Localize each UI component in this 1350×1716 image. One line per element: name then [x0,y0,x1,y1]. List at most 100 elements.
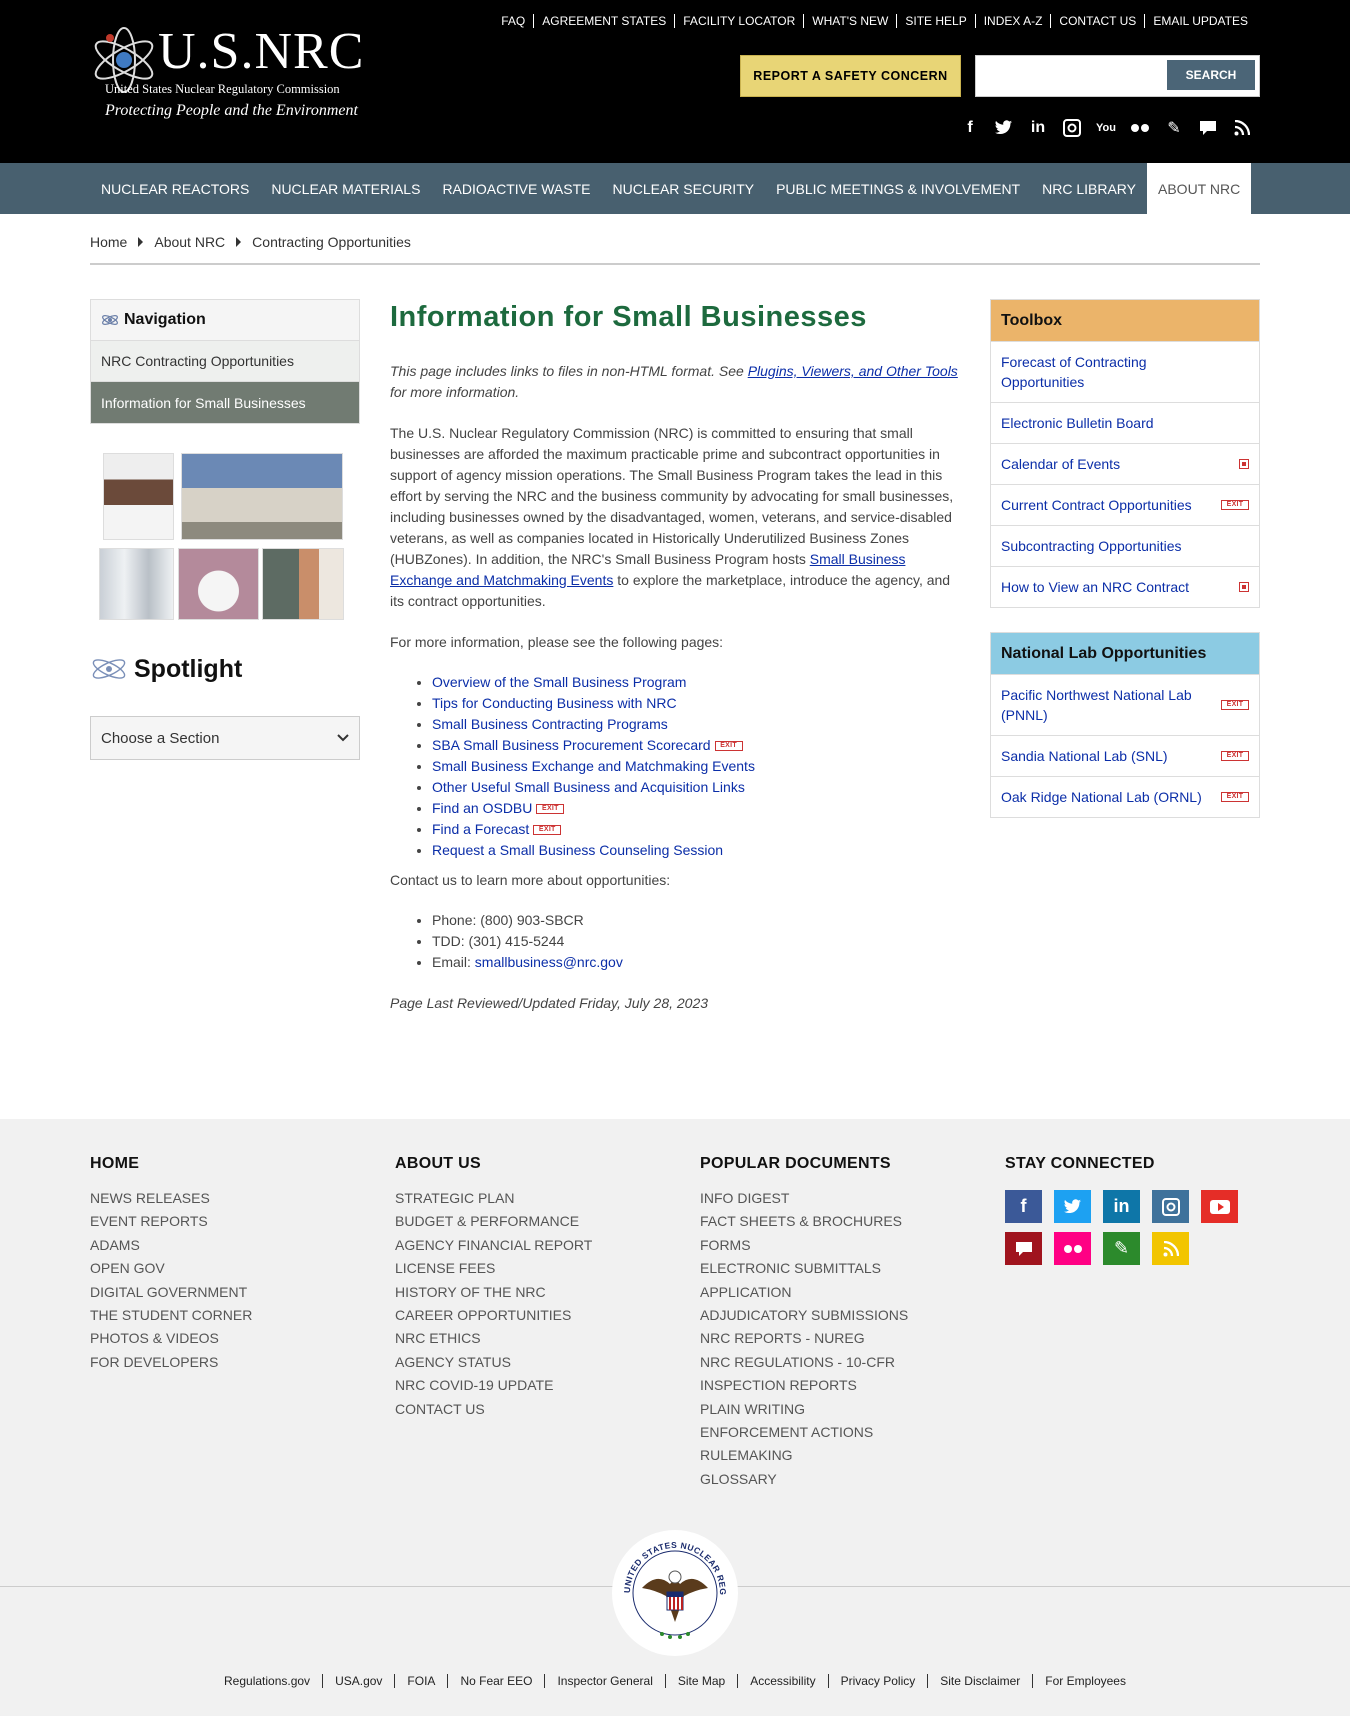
lab-item[interactable]: Pacific Northwest National Lab (PNNL) EXI… [991,674,1259,735]
flickr-icon[interactable] [1054,1232,1091,1265]
facebook-icon[interactable]: f [960,118,980,138]
choose-section-dropdown[interactable]: Choose a Section [90,716,360,760]
comment-icon[interactable] [1198,118,1218,138]
contracting-programs-link[interactable]: Small Business Contracting Programs [432,716,668,732]
footer-link[interactable]: PHOTOS & VIDEOS [90,1327,252,1350]
bottom-link-site-map[interactable]: Site Map [664,1674,737,1688]
utility-link-facility-locator[interactable]: FACILITY LOCATOR [674,14,803,28]
view-contract-link[interactable]: How to View an NRC Contract [1001,577,1189,597]
bottom-link-regulations[interactable]: Regulations.gov [212,1674,322,1688]
bottom-link-no-fear[interactable]: No Fear EEO [447,1674,544,1688]
rss-icon[interactable] [1152,1232,1189,1265]
footer-link[interactable]: LICENSE FEES [395,1257,592,1280]
footer-col-title[interactable]: ABOUT US [395,1155,592,1173]
toolbox-item[interactable]: Current Contract Opportunities EXIT [991,484,1259,525]
youtube-icon[interactable]: You [1096,118,1116,138]
toolbox-item[interactable]: Subcontracting Opportunities [991,525,1259,566]
nav-item-radioactive-waste[interactable]: RADIOACTIVE WASTE [431,163,601,214]
facebook-icon[interactable]: f [1005,1190,1042,1223]
nav-item-nrc-library[interactable]: NRC LIBRARY [1031,163,1147,214]
bottom-link-employees[interactable]: For Employees [1032,1674,1138,1688]
utility-link-contact-us[interactable]: CONTACT US [1050,14,1144,28]
search-button[interactable]: SEARCH [1167,60,1255,90]
lab-item[interactable]: Oak Ridge National Lab (ORNL) EXIT [991,776,1259,817]
lab-item[interactable]: Sandia National Lab (SNL) EXIT [991,735,1259,776]
find-osdbu-link[interactable]: Find an OSDBU [432,800,532,816]
blog-icon[interactable]: ✎ [1164,118,1184,138]
breadcrumb-home[interactable]: Home [90,234,127,250]
instagram-icon[interactable] [1152,1190,1189,1223]
search-input[interactable] [980,60,1170,92]
useful-links-link[interactable]: Other Useful Small Business and Acquisit… [432,779,745,795]
pnnl-link[interactable]: Pacific Northwest National Lab (PNNL) [1001,685,1211,725]
counseling-session-link[interactable]: Request a Small Business Counseling Sess… [432,842,723,858]
plugins-link[interactable]: Plugins, Viewers, and Other Tools [748,363,958,379]
report-safety-concern-button[interactable]: REPORT A SAFETY CONCERN [740,55,961,97]
side-nav-item-contracting[interactable]: NRC Contracting Opportunities [91,341,359,382]
footer-link[interactable]: NRC COVID-19 UPDATE [395,1374,592,1397]
breadcrumb-about-nrc[interactable]: About NRC [154,234,225,250]
footer-link[interactable]: NRC ETHICS [395,1327,592,1350]
footer-link[interactable]: HISTORY OF THE NRC [395,1281,592,1304]
utility-link-email-updates[interactable]: EMAIL UPDATES [1144,14,1256,28]
footer-link[interactable]: OPEN GOV [90,1257,252,1280]
toolbox-item[interactable]: How to View an NRC Contract [991,566,1259,607]
instagram-icon[interactable] [1062,118,1082,138]
nrc-logo[interactable]: U.S.NRC United States Nuclear Regulatory… [90,18,365,124]
footer-link[interactable]: ELECTRONIC SUBMITTALS [700,1257,908,1280]
tips-link[interactable]: Tips for Conducting Business with NRC [432,695,677,711]
footer-link[interactable]: AGENCY FINANCIAL REPORT [395,1234,592,1257]
footer-link[interactable]: FACT SHEETS & BROCHURES [700,1210,908,1233]
current-opportunities-link[interactable]: Current Contract Opportunities [1001,495,1192,515]
snl-link[interactable]: Sandia National Lab (SNL) [1001,746,1168,766]
side-nav-item-small-businesses[interactable]: Information for Small Businesses [91,382,359,423]
rss-icon[interactable] [1232,118,1252,138]
linkedin-icon[interactable]: in [1028,118,1048,138]
footer-link[interactable]: INFO DIGEST [700,1187,908,1210]
footer-link[interactable]: ADAMS [90,1234,252,1257]
twitter-icon[interactable] [1054,1190,1091,1223]
ornl-link[interactable]: Oak Ridge National Lab (ORNL) [1001,787,1202,807]
footer-link[interactable]: INSPECTION REPORTS [700,1374,908,1397]
footer-link[interactable]: RULEMAKING [700,1444,908,1467]
footer-link[interactable]: ENFORCEMENT ACTIONS [700,1421,908,1444]
bottom-link-usa-gov[interactable]: USA.gov [322,1674,394,1688]
footer-link[interactable]: DIGITAL GOVERNMENT [90,1281,252,1304]
footer-link[interactable]: THE STUDENT CORNER [90,1304,252,1327]
toolbox-item[interactable]: Calendar of Events [991,443,1259,484]
bottom-link-privacy[interactable]: Privacy Policy [827,1674,928,1688]
footer-col-title[interactable]: POPULAR DOCUMENTS [700,1155,908,1173]
utility-link-whats-new[interactable]: WHAT'S NEW [803,14,896,28]
footer-link[interactable]: NRC REGULATIONS - 10-CFR [700,1351,908,1374]
footer-link[interactable]: PLAIN WRITING [700,1398,908,1421]
footer-link[interactable]: NRC REPORTS - NUREG [700,1327,908,1350]
utility-link-site-help[interactable]: SITE HELP [896,14,974,28]
email-link[interactable]: smallbusiness@nrc.gov [475,954,623,970]
sba-scorecard-link[interactable]: SBA Small Business Procurement Scorecard [432,737,711,753]
bottom-link-disclaimer[interactable]: Site Disclaimer [927,1674,1032,1688]
utility-link-faq[interactable]: FAQ [493,14,533,28]
bottom-link-foia[interactable]: FOIA [394,1674,447,1688]
footer-link[interactable]: ADJUDICATORY SUBMISSIONS [700,1304,908,1327]
footer-link[interactable]: STRATEGIC PLAN [395,1187,592,1210]
nav-item-nuclear-security[interactable]: NUCLEAR SECURITY [602,163,766,214]
utility-link-index[interactable]: INDEX A-Z [974,14,1051,28]
footer-link[interactable]: BUDGET & PERFORMANCE [395,1210,592,1233]
footer-col-title[interactable]: HOME [90,1155,252,1173]
overview-link[interactable]: Overview of the Small Business Program [432,674,686,690]
calendar-link[interactable]: Calendar of Events [1001,454,1120,474]
comment-icon[interactable] [1005,1232,1042,1265]
footer-link[interactable]: FORMS [700,1234,908,1257]
footer-link[interactable]: AGENCY STATUS [395,1351,592,1374]
bottom-link-inspector-general[interactable]: Inspector General [544,1674,664,1688]
toolbox-item[interactable]: Forecast of Contracting Opportunities [991,341,1259,402]
utility-link-agreement-states[interactable]: AGREEMENT STATES [533,14,674,28]
nav-item-about-nrc[interactable]: ABOUT NRC [1147,163,1252,214]
twitter-icon[interactable] [994,118,1014,138]
nav-item-nuclear-materials[interactable]: NUCLEAR MATERIALS [260,163,431,214]
bulletin-board-link[interactable]: Electronic Bulletin Board [1001,413,1154,433]
forecast-link[interactable]: Forecast of Contracting Opportunities [1001,352,1211,392]
footer-link[interactable]: APPLICATION [700,1281,908,1304]
footer-link[interactable]: EVENT REPORTS [90,1210,252,1233]
footer-link[interactable]: CONTACT US [395,1398,592,1421]
